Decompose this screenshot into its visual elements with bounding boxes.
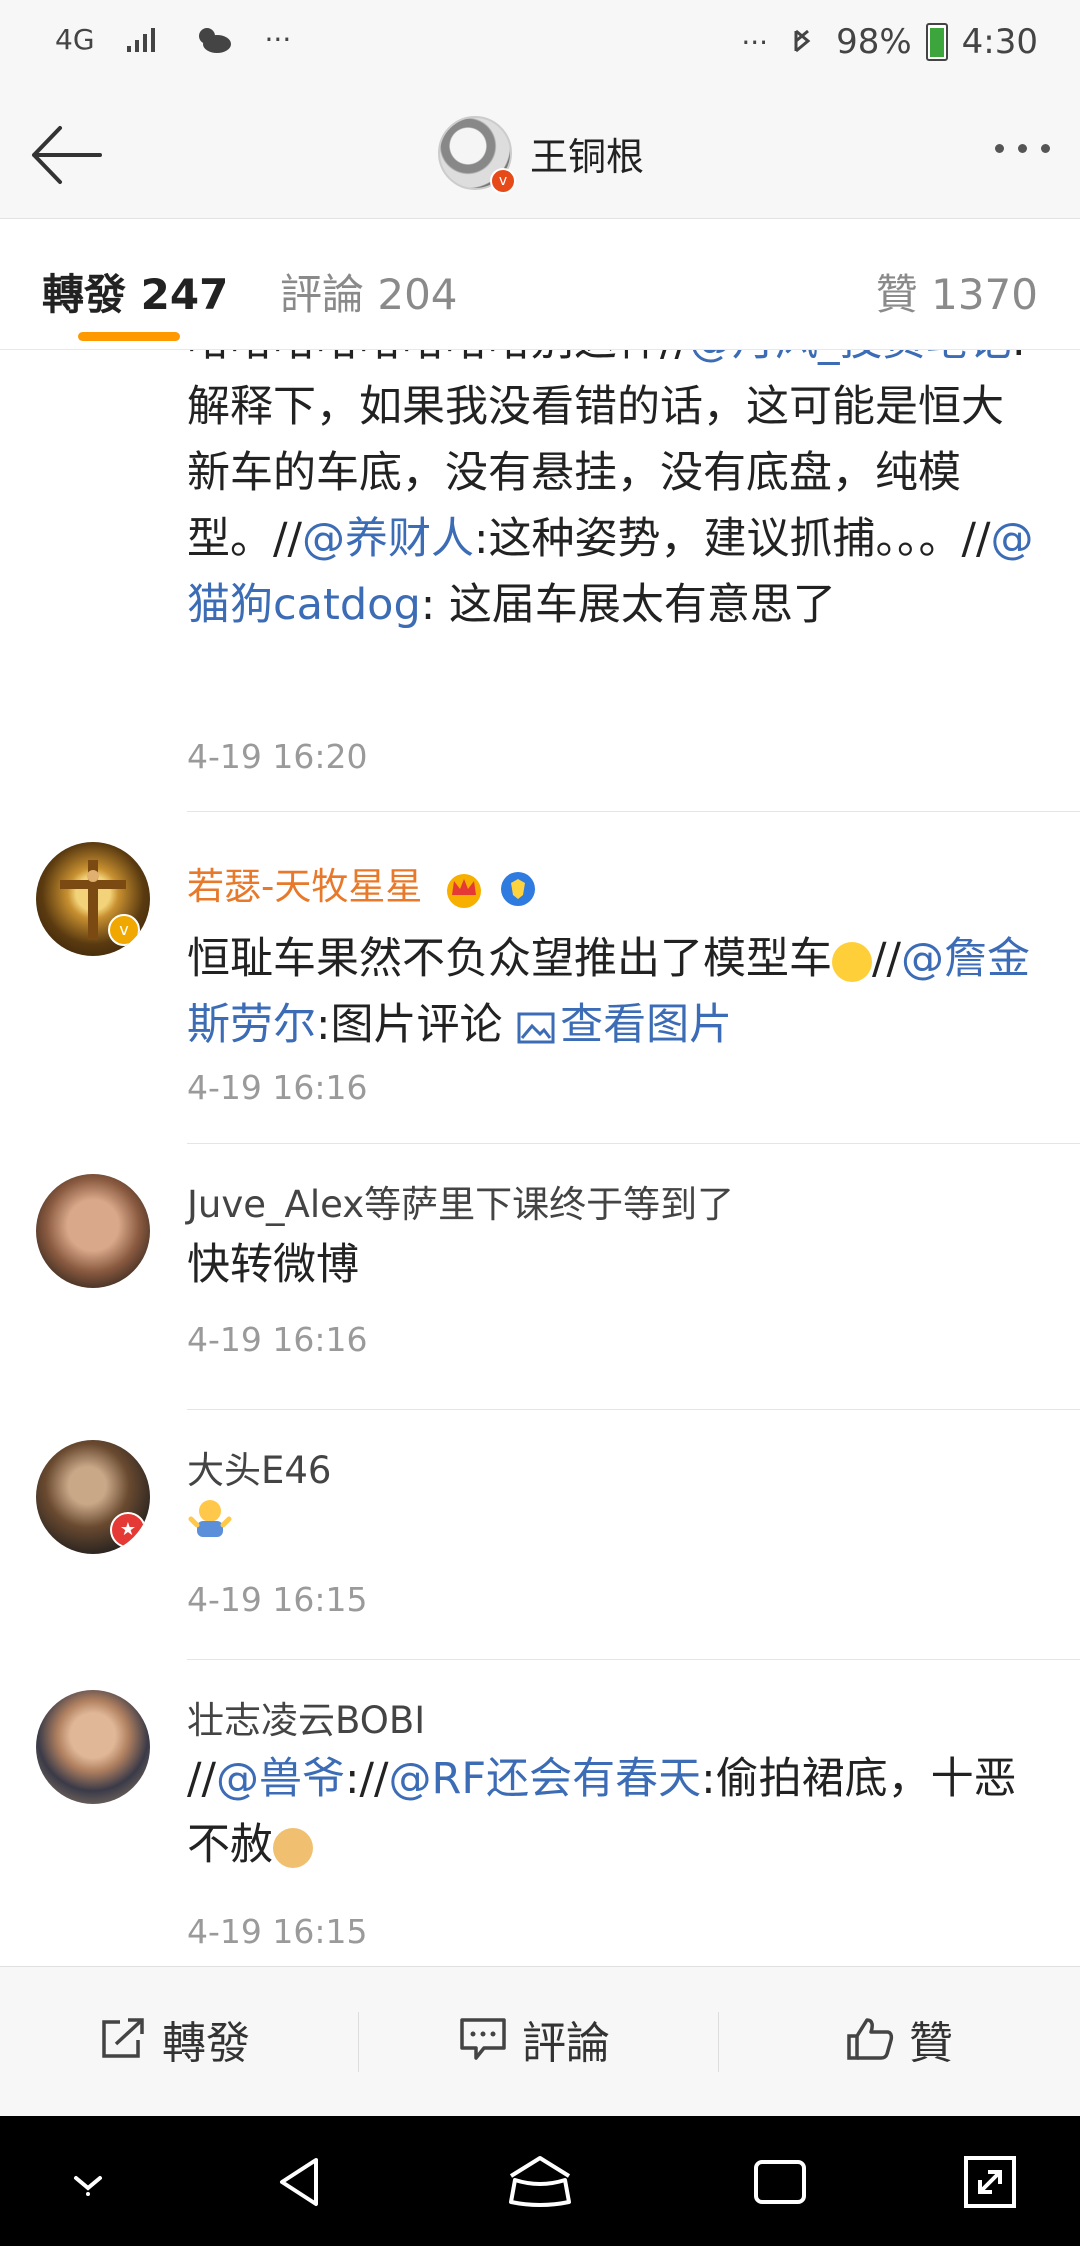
avatar[interactable]: v — [36, 842, 150, 956]
bluetooth-icon — [794, 29, 811, 53]
shield-icon — [500, 871, 535, 906]
repost-text: //@兽爷://@RF还会有春天:偷拍裙底，十恶不赦 — [187, 1754, 1017, 1870]
list-item[interactable]: ★ 大头E46 4-19 16:15 — [0, 1410, 1080, 1660]
member-badge-icon: ★ — [110, 1512, 146, 1548]
tab-bar: 轉發 247 評論 204 贊 1370 — [0, 219, 1080, 350]
doge-emoji-icon — [273, 1827, 313, 1868]
emoji-icon — [832, 941, 872, 982]
like-button[interactable]: 贊 — [845, 2007, 953, 2071]
username[interactable]: 壮志凌云BOBI — [187, 1690, 425, 1744]
timestamp: 4-19 16:15 — [187, 1580, 368, 1619]
mention-link[interactable]: @养财人 — [302, 514, 474, 564]
back-nav-icon[interactable] — [272, 2152, 332, 2212]
tab-comment[interactable]: 評論 204 — [280, 261, 458, 322]
username[interactable]: Juve_Alex等萨里下课终于等到了 — [187, 1174, 734, 1228]
tab-like[interactable]: 贊 1370 — [876, 261, 1038, 322]
list-item[interactable]: 哈哈哈哈哈哈哈哈别这样//@月风_投资笔记:解释下，如果我没看错的话，这可能是恒… — [0, 350, 1080, 813]
comment-icon — [460, 2018, 506, 2060]
timestamp: 4-19 16:16 — [187, 1320, 368, 1359]
verified-icon: v — [490, 168, 516, 194]
list-item[interactable]: v 若瑟-天牧星星 恒耻车果然不负众望推出了模型车//@詹金斯劳尔:图片评论 查… — [0, 812, 1080, 1144]
more-dots-icon — [995, 144, 1004, 153]
username[interactable]: 大头E46 — [187, 1440, 331, 1494]
repost-text — [187, 1494, 1040, 1560]
active-tab-indicator — [78, 332, 180, 341]
avatar[interactable] — [36, 1174, 150, 1288]
page-title: 王铜根 — [530, 134, 645, 179]
mention-link[interactable]: @RF还会有春天 — [388, 1754, 701, 1804]
list-item[interactable]: Juve_Alex等萨里下课终于等到了 快转微博 4-19 16:16 — [0, 1144, 1080, 1410]
network-indicator: 4G — [55, 22, 95, 56]
recents-nav-icon[interactable] — [750, 2152, 810, 2212]
view-image-link[interactable]: 查看图片 — [516, 1000, 732, 1050]
mention-link[interactable]: @月风_投资笔记 — [689, 350, 1012, 366]
repost-text: 哈哈哈哈哈哈哈哈别这样//@月风_投资笔记:解释下，如果我没看错的话，这可能是恒… — [187, 350, 1040, 638]
crown-icon — [447, 873, 482, 908]
like-label: 贊 — [909, 2018, 953, 2069]
status-dots-right: ··· — [741, 25, 769, 59]
repost-list[interactable]: 哈哈哈哈哈哈哈哈别这样//@月风_投资笔记:解释下，如果我没看错的话，这可能是恒… — [0, 350, 1080, 1965]
divider — [358, 2012, 359, 2072]
battery-icon — [925, 23, 948, 61]
system-nav-bar — [0, 2116, 1080, 2246]
avatar[interactable]: v — [438, 116, 516, 194]
battery-percent: 98% — [836, 22, 912, 62]
mention-link[interactable]: @兽爷 — [216, 1754, 345, 1804]
shrug-emoji-icon — [188, 1500, 232, 1537]
header: v 王铜根 — [0, 92, 1080, 219]
home-nav-icon[interactable] — [505, 2152, 575, 2212]
comment-label: 評論 — [522, 2018, 610, 2069]
header-profile[interactable]: v 王铜根 — [438, 116, 645, 194]
like-icon — [847, 2018, 894, 2060]
username[interactable]: 若瑟-天牧星星 — [187, 856, 538, 910]
back-button[interactable] — [28, 120, 104, 190]
action-toolbar: 轉發 評論 贊 — [0, 1966, 1080, 2117]
timestamp: 4-19 16:15 — [187, 1912, 368, 1951]
repost-text: 快转微博 — [187, 1240, 359, 1290]
signal-icon — [126, 28, 155, 52]
verified-icon: v — [108, 914, 140, 946]
expand-icon[interactable] — [960, 2152, 1020, 2212]
collapse-chevron-icon[interactable] — [58, 2152, 118, 2212]
avatar[interactable] — [36, 1690, 150, 1804]
repost-text: 恒耻车果然不负众望推出了模型车//@詹金斯劳尔:图片评论 查看图片 — [187, 934, 1030, 1050]
clock: 4:30 — [961, 22, 1038, 62]
repost-label: 轉發 — [162, 2018, 250, 2069]
status-dots-left: ··· — [264, 22, 292, 56]
divider — [718, 2012, 719, 2072]
image-icon — [517, 1012, 555, 1043]
timestamp: 4-19 16:20 — [187, 737, 368, 776]
back-arrow-icon — [32, 126, 102, 184]
tab-repost[interactable]: 轉發 247 — [42, 261, 228, 322]
avatar[interactable]: ★ — [36, 1440, 150, 1554]
repost-icon — [102, 2018, 144, 2058]
comment-button[interactable]: 評論 — [458, 2007, 610, 2071]
repost-button[interactable]: 轉發 — [98, 2007, 250, 2071]
more-button[interactable] — [995, 144, 1050, 153]
timestamp: 4-19 16:16 — [187, 1068, 368, 1107]
weather-icon — [198, 28, 231, 53]
list-item[interactable]: 壮志凌云BOBI //@兽爷://@RF还会有春天:偷拍裙底，十恶不赦 4-19… — [0, 1660, 1080, 1965]
status-bar: 4G ··· ··· 98% 4:30 — [0, 0, 1080, 92]
